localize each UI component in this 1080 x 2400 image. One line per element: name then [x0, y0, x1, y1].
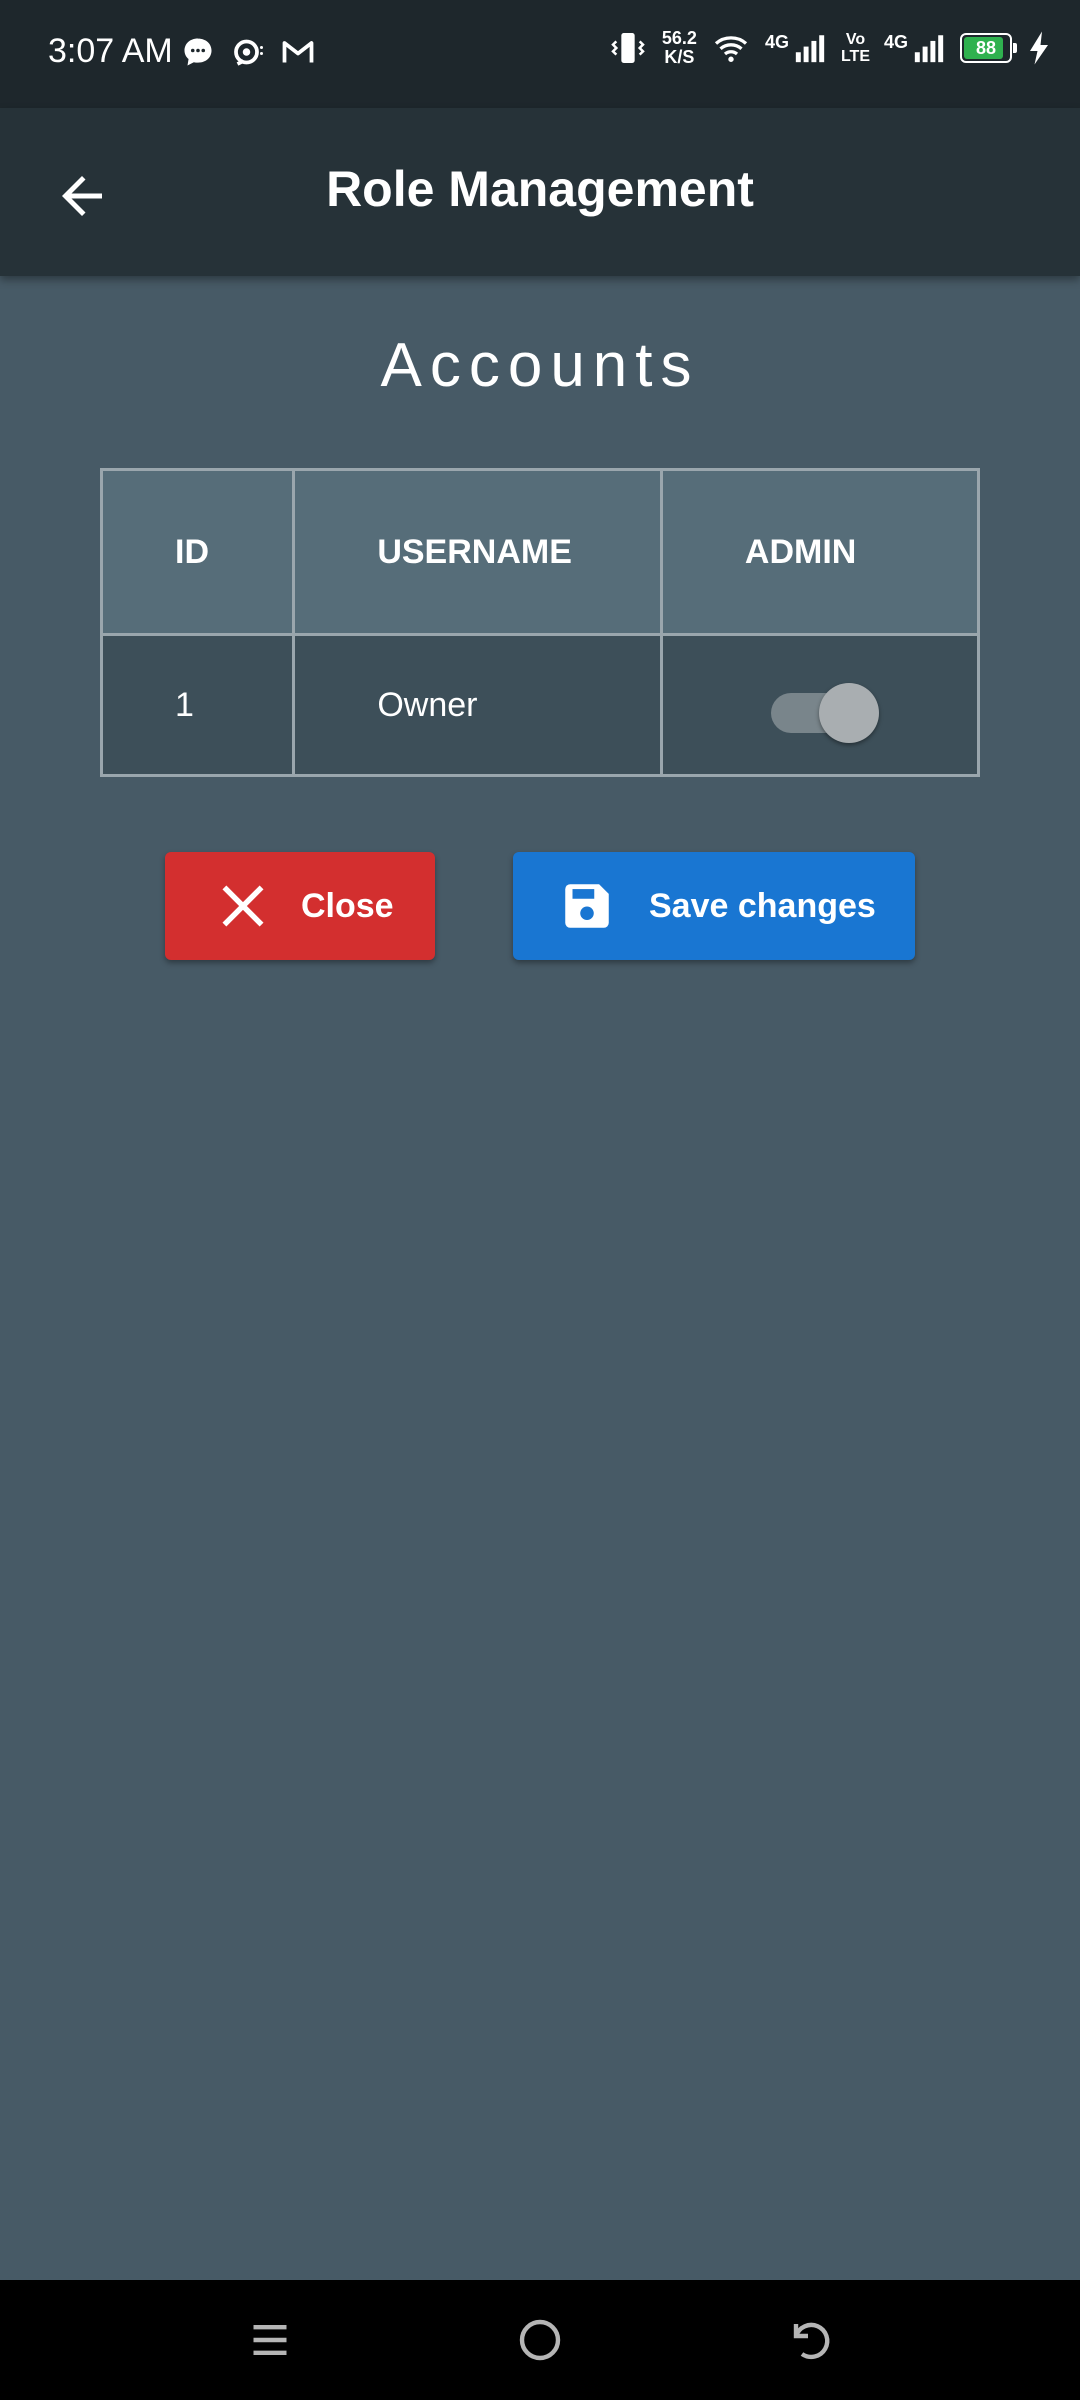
table-header-row: ID USERNAME ADMIN: [99, 468, 981, 636]
save-changes-button[interactable]: Save changes: [513, 852, 915, 960]
section-title: Accounts: [380, 331, 700, 400]
signal-icon: [914, 35, 944, 63]
battery-indicator: 88: [960, 33, 1017, 63]
cell-id: 1: [99, 633, 296, 777]
sync-notification-icon: [234, 39, 263, 66]
volte-indicator: Vo LTE: [841, 31, 870, 65]
sim2-network-type: 4G: [883, 32, 908, 52]
signal-icon: [795, 35, 825, 63]
home-icon: [519, 2319, 561, 2361]
charging-icon: [1030, 31, 1048, 65]
sim1-network-type: 4G: [764, 32, 789, 52]
status-indicators: 56.2 K/S 4G Vo LTE 4G 88: [608, 28, 1052, 68]
volte-bottom-text: LTE: [840, 48, 870, 65]
admin-toggle-thumb: [818, 683, 879, 743]
network-speed-unit: K/S: [664, 47, 695, 67]
nav-home-button[interactable]: [510, 2310, 570, 2370]
cell-admin: [659, 633, 981, 777]
gmail-icon: [282, 41, 314, 63]
admin-toggle[interactable]: [765, 675, 879, 743]
vibrate-icon: [611, 33, 645, 63]
menu-icon: [253, 2324, 287, 2356]
chat-bubble-icon: [184, 38, 212, 66]
app-bar: Role Management: [0, 108, 1080, 276]
floppy-disk-icon: [557, 876, 617, 936]
notification-icons: [180, 34, 316, 70]
close-icon: [213, 876, 273, 936]
column-header-admin: ADMIN: [659, 468, 981, 636]
battery-level: 88: [975, 37, 997, 58]
volte-top-text: Vo: [845, 31, 866, 48]
cell-username: Owner: [292, 633, 663, 777]
network-speed: 56.2 K/S: [662, 29, 697, 67]
close-button-label: Close: [301, 886, 394, 925]
battery-tip: [1013, 43, 1017, 53]
wifi-icon: [714, 36, 748, 62]
status-bar: 3:07 AM 56.2 K/S 4G Vo LTE 4G 88: [0, 0, 1080, 108]
nav-back-button[interactable]: [780, 2310, 840, 2370]
nav-menu-button[interactable]: [240, 2310, 300, 2370]
back-icon: [793, 2322, 830, 2360]
column-header-username: USERNAME: [292, 468, 663, 636]
status-time: 3:07 AM: [48, 32, 173, 70]
page-title: Role Management: [326, 161, 754, 217]
close-button[interactable]: Close: [165, 852, 435, 960]
network-speed-value: 56.2: [661, 28, 697, 48]
save-button-label: Save changes: [649, 886, 876, 925]
table-row: 1 Owner: [99, 633, 981, 777]
system-nav-bar: [0, 2280, 1080, 2400]
accounts-table: ID USERNAME ADMIN 1 Owner: [99, 468, 981, 777]
column-header-id: ID: [99, 468, 296, 636]
